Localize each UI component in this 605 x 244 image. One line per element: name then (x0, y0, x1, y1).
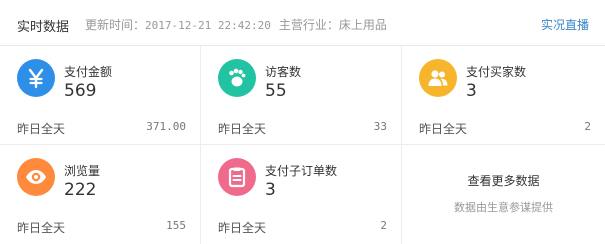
metric-value: 222 (64, 180, 97, 200)
update-time-value: 2017-12-21 22:42:20 (145, 19, 271, 32)
yesterday-value: 371.00 (146, 120, 186, 133)
data-source-note: 数据由生意参谋提供 (454, 201, 553, 214)
metric-card-paying-buyers[interactable]: 支付买家数 3 昨日全天 2 (402, 46, 605, 145)
metric-label: 浏览量 (64, 164, 101, 178)
industry-value: 床上用品 (338, 18, 387, 32)
more-data-card[interactable]: 查看更多数据 数据由生意参谋提供 (402, 145, 605, 244)
metric-label: 支付金额 (64, 65, 113, 79)
yesterday-value: 33 (373, 120, 387, 133)
eye-icon (17, 158, 55, 196)
live-broadcast-link[interactable]: 实况直播 (541, 16, 589, 33)
yesterday-value: 155 (166, 219, 186, 232)
more-data-container: 查看更多数据 数据由生意参谋提供 (402, 145, 605, 244)
header-meta: 更新时间：2017-12-21 22:42:20 主营行业：床上用品 (85, 16, 387, 33)
metric-card-visitors[interactable]: 访客数 55 昨日全天 33 (201, 46, 402, 145)
metric-value: 55 (265, 81, 287, 101)
yesterday-label: 昨日全天 (419, 122, 468, 136)
section-title: 实时数据 (17, 20, 70, 35)
metric-value: 569 (64, 81, 97, 101)
metric-label: 支付子订单数 (265, 164, 338, 178)
yesterday-label: 昨日全天 (218, 122, 267, 136)
metric-card-page-views[interactable]: 浏览量 222 昨日全天 155 (0, 145, 201, 244)
metrics-grid: 支付金额 569 昨日全天 371.00 访客数 55 昨日全天 33 支付买家… (0, 46, 605, 244)
update-time-label: 更新时间： (85, 18, 146, 32)
yuan-icon (17, 59, 55, 97)
yesterday-value: 2 (584, 120, 591, 133)
yesterday-value: 2 (380, 219, 387, 232)
footprint-icon (218, 59, 256, 97)
yesterday-label: 昨日全天 (17, 221, 66, 235)
metric-value: 3 (265, 180, 276, 200)
yesterday-label: 昨日全天 (17, 122, 66, 136)
buyers-icon (419, 59, 457, 97)
order-icon (218, 158, 256, 196)
metric-label: 访客数 (265, 65, 302, 79)
metric-value: 3 (466, 81, 477, 101)
metric-card-sub-orders[interactable]: 支付子订单数 3 昨日全天 2 (201, 145, 402, 244)
more-data-link[interactable]: 查看更多数据 (402, 172, 605, 189)
yesterday-label: 昨日全天 (218, 221, 267, 235)
header: 实时数据 更新时间：2017-12-21 22:42:20 主营行业：床上用品 实… (0, 0, 605, 46)
metric-label: 支付买家数 (466, 65, 527, 79)
metric-card-payment-amount[interactable]: 支付金额 569 昨日全天 371.00 (0, 46, 201, 145)
industry-label: 主营行业： (278, 18, 339, 32)
